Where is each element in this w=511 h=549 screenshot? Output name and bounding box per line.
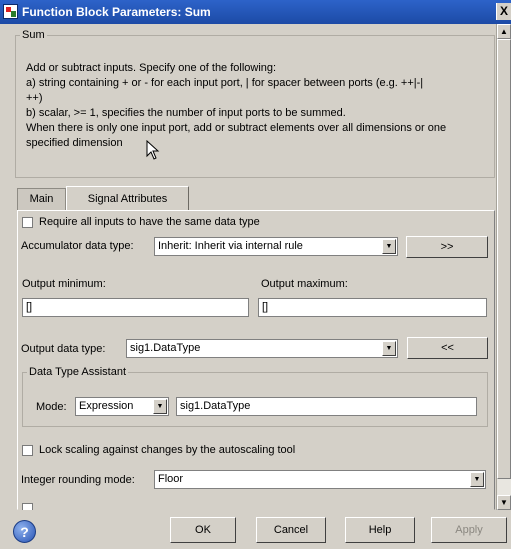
arrow-down-icon[interactable]: ▼	[497, 495, 511, 510]
partial-checkbox[interactable]	[22, 503, 33, 510]
rounding-mode-select[interactable]: Floor ▼	[154, 470, 486, 489]
block-description: Add or subtract inputs. Specify one of t…	[26, 61, 488, 151]
show-assistant-button[interactable]: >>	[406, 236, 488, 258]
output-maximum-field[interactable]: []	[258, 298, 487, 317]
title-bar: Function Block Parameters: Sum X	[0, 0, 511, 24]
help-button[interactable]: Help	[345, 517, 415, 543]
rounding-mode-label: Integer rounding mode:	[21, 474, 135, 486]
description-line: b) scalar, >= 1, specifies the number of…	[26, 107, 346, 119]
lock-scaling-label: Lock scaling against changes by the auto…	[39, 444, 296, 456]
apply-label: Apply	[455, 524, 483, 536]
chevron-down-icon[interactable]: ▼	[153, 399, 167, 414]
ok-label: OK	[195, 524, 211, 536]
chevron-down-icon[interactable]: ▼	[382, 341, 396, 356]
accumulator-type-select[interactable]: Inherit: Inherit via internal rule ▼	[154, 237, 398, 256]
dialog-button-bar: ? OK Cancel Help Apply	[0, 510, 511, 549]
accumulator-type-value: Inherit: Inherit via internal rule	[158, 240, 303, 252]
data-type-assistant-label: Data Type Assistant	[29, 366, 127, 378]
close-button[interactable]: X	[496, 3, 511, 20]
mode-value: Expression	[79, 400, 134, 412]
tab-main[interactable]: Main	[17, 188, 66, 210]
description-line: a) string containing + or - for each inp…	[26, 77, 424, 89]
expression-field[interactable]: sig1.DataType	[176, 397, 477, 416]
hide-assistant-label: <<	[441, 342, 454, 354]
description-line: Add or subtract inputs. Specify one of t…	[26, 62, 277, 74]
description-line: specified dimension	[26, 137, 123, 149]
help-icon[interactable]: ?	[13, 520, 36, 543]
output-minimum-field[interactable]: []	[22, 298, 249, 317]
cancel-button[interactable]: Cancel	[256, 517, 326, 543]
require-same-type-label: Require all inputs to have the same data…	[39, 216, 260, 228]
output-minimum-value: []	[26, 301, 33, 313]
simulink-block-icon	[3, 4, 18, 19]
mode-select[interactable]: Expression ▼	[75, 397, 169, 416]
ok-button[interactable]: OK	[170, 517, 236, 543]
show-assistant-label: >>	[440, 241, 454, 253]
mouse-pointer-icon	[146, 140, 160, 160]
output-maximum-value: []	[262, 301, 269, 313]
window-title: Function Block Parameters: Sum	[22, 5, 211, 19]
expression-value: sig1.DataType	[180, 400, 251, 412]
help-label: Help	[368, 524, 392, 536]
output-data-type-value: sig1.DataType	[130, 342, 201, 354]
chevron-down-icon[interactable]: ▼	[382, 239, 396, 254]
output-minimum-label: Output minimum:	[22, 278, 106, 290]
lock-scaling-checkbox[interactable]	[22, 445, 33, 456]
accumulator-type-label: Accumulator data type:	[21, 240, 134, 252]
description-line: When there is only one input port, add o…	[26, 122, 447, 134]
scrollbar-thumb[interactable]	[497, 39, 511, 479]
tab-signal-attributes[interactable]: Signal Attributes	[66, 186, 189, 211]
output-maximum-label: Output maximum:	[261, 278, 348, 290]
hide-assistant-button[interactable]: <<	[407, 337, 488, 359]
description-line: ++)	[26, 92, 43, 104]
output-data-type-select[interactable]: sig1.DataType ▼	[126, 339, 398, 358]
arrow-up-icon[interactable]: ▲	[497, 24, 511, 39]
chevron-down-icon[interactable]: ▼	[470, 472, 484, 487]
group-label: Sum	[22, 29, 45, 41]
apply-button[interactable]: Apply	[431, 517, 507, 543]
cancel-label: Cancel	[273, 524, 309, 536]
rounding-mode-value: Floor	[158, 473, 184, 485]
vertical-scrollbar[interactable]: ▲ ▼	[496, 24, 511, 510]
mode-label: Mode:	[36, 401, 67, 413]
output-data-type-label: Output data type:	[21, 343, 106, 355]
require-same-type-checkbox[interactable]	[22, 217, 33, 228]
